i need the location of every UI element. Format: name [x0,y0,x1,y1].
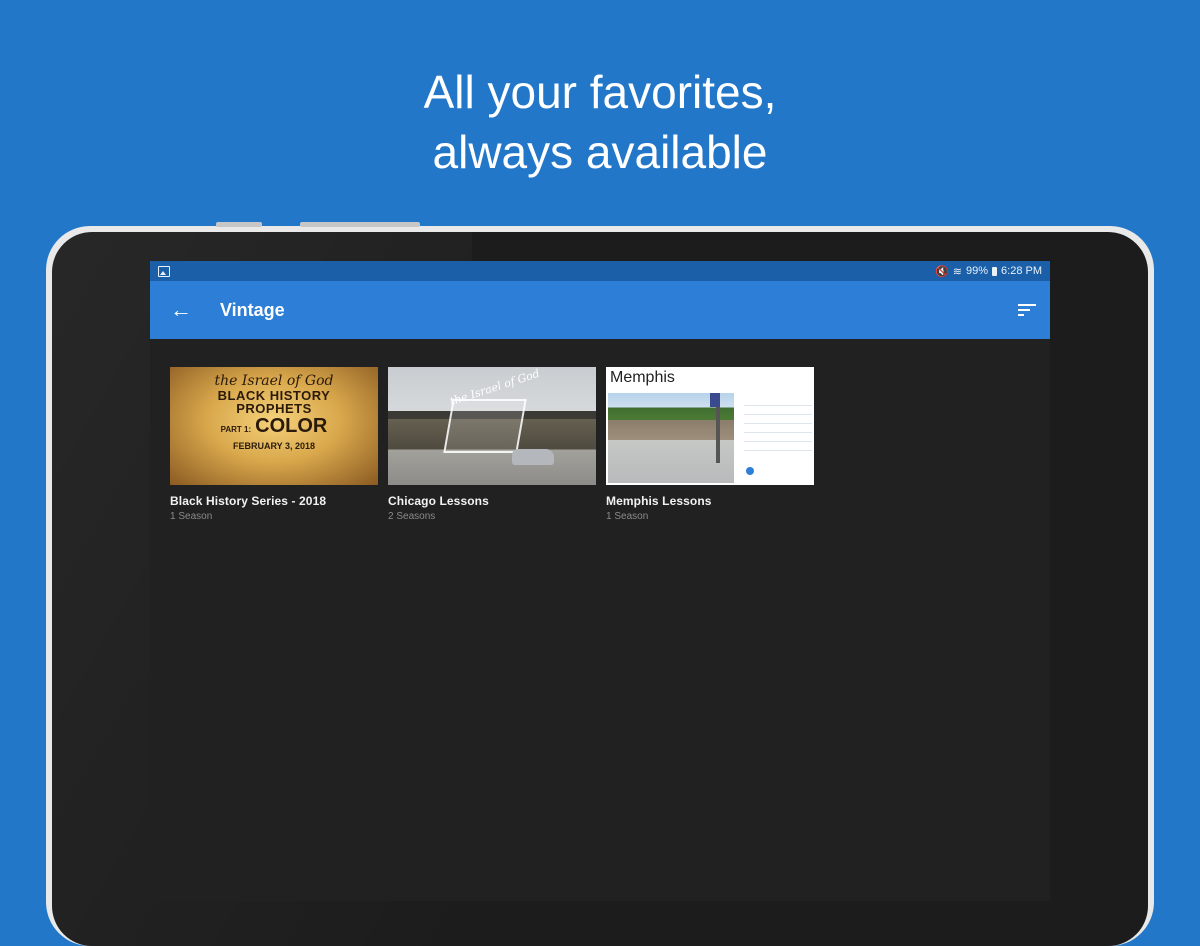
series-card-memphis[interactable]: Memphis Memphis Lessons 1 Season [606,367,814,522]
series-card-chicago[interactable]: the Israel of God Chicago Lessons 2 Seas… [388,367,596,522]
poster-date: FEBRUARY 3, 2018 [232,441,316,451]
info-dot [746,467,754,475]
poster-script: the Israel of God [214,373,334,389]
series-grid: the Israel of God BLACK HISTORY PROPHETS… [150,339,1050,522]
back-arrow-icon[interactable]: ← [170,297,200,323]
tablet-top-button-2 [300,222,420,227]
series-card-black-history[interactable]: the Israel of God BLACK HISTORY PROPHETS… [170,367,378,522]
book-logo [443,399,527,453]
device-screen: 🔇 ≋ 99% 6:28 PM ← Vintage the Israel of … [150,261,1050,901]
thumbnail-heading: Memphis [610,369,675,386]
series-title: Memphis Lessons [606,494,712,508]
page-title: Vintage [220,299,285,320]
clock: 6:28 PM [1001,265,1042,277]
poster-main: COLOR [255,415,328,437]
app-bar: ← Vintage [150,281,1050,339]
battery-percent: 99% [966,265,989,277]
status-bar: 🔇 ≋ 99% 6:28 PM [150,261,1050,281]
series-subtitle: 1 Season [170,511,213,522]
car-image [512,449,554,465]
series-title: Black History Series - 2018 [170,494,327,508]
battery-icon [992,266,998,276]
sign-board [710,393,720,407]
sort-icon[interactable] [1018,303,1036,317]
headline: All your favorites, always available [0,62,1200,182]
tablet-top-button-1 [216,222,262,227]
series-subtitle: 1 Season [606,511,649,522]
series-thumbnail[interactable]: the Israel of God [388,367,596,485]
headline-line-2: always available [432,126,768,178]
mute-icon: 🔇 [935,265,949,278]
series-subtitle: 2 Seasons [388,511,436,522]
series-thumbnail[interactable]: Memphis [606,367,814,485]
poster-part: PART 1: [220,425,252,434]
poster-subheading: PROPHETS [236,401,312,416]
headline-line-1: All your favorites, [423,66,777,118]
wifi-icon: ≋ [952,265,962,278]
image-icon [158,265,170,277]
series-title: Chicago Lessons [388,494,489,508]
series-thumbnail[interactable]: the Israel of God BLACK HISTORY PROPHETS… [170,367,378,485]
info-lines [744,397,812,451]
